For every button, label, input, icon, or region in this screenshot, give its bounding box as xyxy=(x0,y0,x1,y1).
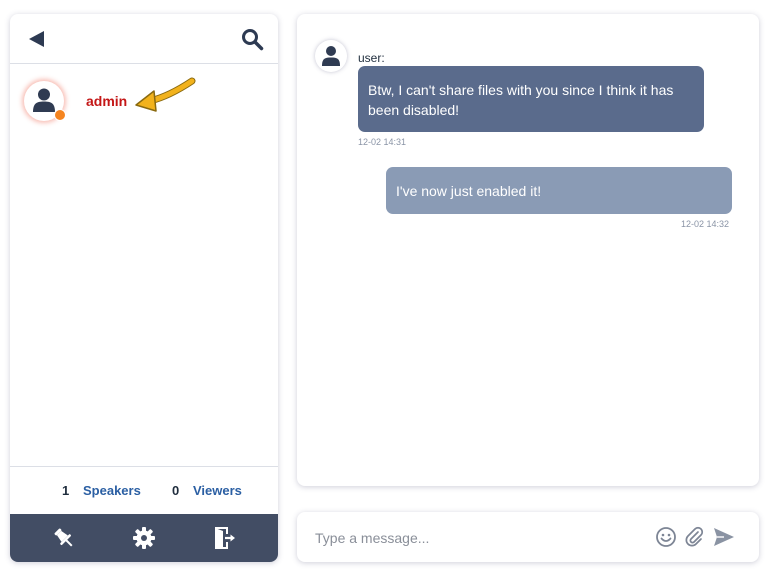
search-icon xyxy=(242,29,264,51)
bottom-toolbar xyxy=(10,514,278,562)
user-icon xyxy=(322,46,340,66)
annotation-arrow-icon xyxy=(135,77,196,112)
gear-icon xyxy=(133,527,155,549)
exit-icon xyxy=(215,527,235,549)
participant-name: admin xyxy=(86,93,128,109)
attach-button[interactable] xyxy=(683,526,705,548)
speakers-count: 1 xyxy=(62,483,70,498)
message-sender: user: xyxy=(358,51,385,65)
incoming-message-bubble: Btw, I can't share files with you since … xyxy=(358,66,704,132)
participants-header xyxy=(10,14,278,64)
search-button[interactable] xyxy=(240,27,264,51)
pin-button[interactable] xyxy=(52,526,76,550)
participant-row[interactable]: admin xyxy=(10,77,278,125)
pin-icon xyxy=(54,528,73,547)
send-button[interactable] xyxy=(713,526,735,548)
emoji-icon xyxy=(656,527,676,547)
emoji-button[interactable] xyxy=(655,526,677,548)
viewers-link[interactable]: Viewers xyxy=(193,483,242,498)
message-avatar xyxy=(315,40,347,72)
send-icon xyxy=(714,528,734,546)
settings-button[interactable] xyxy=(132,526,156,550)
chat-panel: user: Btw, I can't share files with you … xyxy=(297,14,759,486)
outgoing-message-bubble: I've now just enabled it! xyxy=(386,167,732,214)
back-arrow-icon xyxy=(29,31,44,47)
message-timestamp: 12-02 14:32 xyxy=(681,219,730,229)
participant-counts: 1 Speakers 0 Viewers xyxy=(10,466,278,514)
participant-list: admin xyxy=(10,65,278,465)
message-input[interactable] xyxy=(315,526,645,550)
message-timestamp: 12-02 14:31 xyxy=(358,137,407,147)
message-composer xyxy=(297,512,759,562)
user-icon xyxy=(33,88,55,112)
attachment-icon xyxy=(685,526,704,547)
speakers-link[interactable]: Speakers xyxy=(83,483,141,498)
back-button[interactable] xyxy=(26,28,48,50)
viewers-count: 0 xyxy=(172,483,180,498)
status-away-indicator xyxy=(54,109,66,121)
leave-button[interactable] xyxy=(212,526,236,550)
participants-panel: admin 1 Speakers 0 Viewers xyxy=(10,14,278,562)
